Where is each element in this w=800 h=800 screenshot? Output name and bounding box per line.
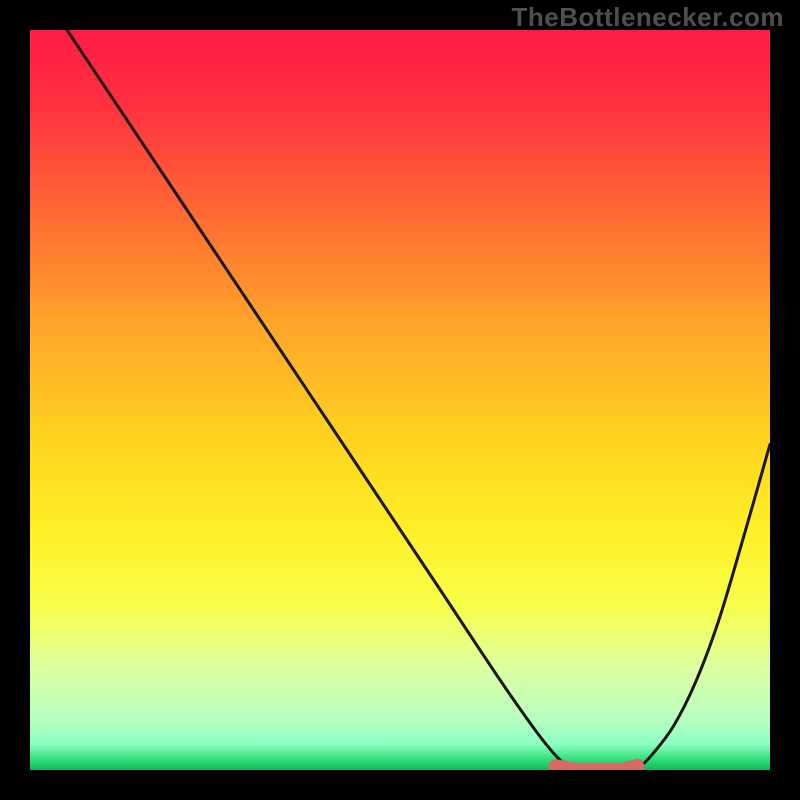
chart-svg [30,30,770,770]
watermark-text: TheBottlenecker.com [512,2,784,33]
valley-marker-line [555,766,636,770]
plot-area [30,30,770,770]
chart-frame: TheBottlenecker.com [0,0,800,800]
